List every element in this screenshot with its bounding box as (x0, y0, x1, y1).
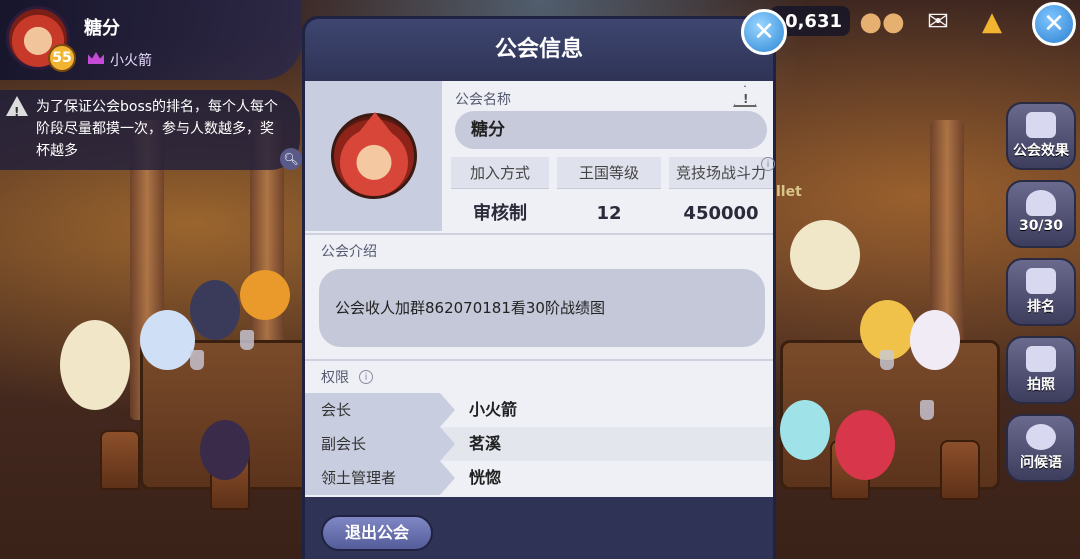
guild-intro-label: 公会介绍 (321, 244, 377, 260)
guild-info-modal: 公会信息 ✕ 公会名称 糖分 加入方式 王国等级 竞技场战斗力 i 审核制 12… (302, 9, 787, 559)
divider (305, 233, 773, 235)
ranking-label: 排名 (1027, 299, 1055, 315)
magnify-icon[interactable]: 🔍︎ (280, 148, 302, 170)
player-name: 糖分 (84, 18, 120, 39)
photo-label: 拍照 (1027, 377, 1055, 393)
modal-body: 公会名称 糖分 加入方式 王国等级 竞技场战斗力 i 审核制 12 450000… (305, 81, 775, 497)
crown-icon (88, 52, 104, 64)
friends-icon[interactable]: ●● (859, 6, 904, 38)
person-icon (1026, 190, 1056, 216)
guild-emblem-panel (305, 81, 442, 231)
cookie-character (140, 310, 195, 370)
chat-gear-icon (1026, 424, 1056, 450)
permission-role: 领土管理者 (305, 461, 455, 495)
join-method-header: 加入方式 (451, 157, 549, 189)
cookie-character (240, 270, 290, 320)
house-icon (1026, 112, 1056, 138)
info-icon[interactable]: i (761, 157, 775, 171)
guild-name-field: 糖分 (455, 111, 767, 149)
guild-effect-label: 公会效果 (1013, 143, 1069, 159)
guild-emblem-icon (331, 113, 417, 199)
podium-icon (1026, 268, 1056, 294)
arena-power-header: 竞技场战斗力 (669, 157, 773, 189)
permission-row: 会长 小火箭 (305, 393, 773, 427)
guild-notice-bubble[interactable]: 为了保证公会boss的排名，每个人每个阶段尽量都摸一次，参与人数越多，奖杯越多 (0, 90, 300, 170)
guild-notice-text: 为了保证公会boss的排名，每个人每个阶段尽量都摸一次，参与人数越多，奖杯越多 (36, 99, 279, 159)
chair (940, 440, 980, 500)
permission-member[interactable]: 茗溪 (469, 427, 501, 461)
cookie-character (780, 400, 830, 460)
close-icon[interactable]: ✕ (741, 9, 787, 55)
chair (100, 430, 140, 490)
guild-intro-box: 公会收人加群862070181看30阶战绩图 (319, 269, 765, 347)
arena-power-value: 450000 (683, 203, 759, 224)
partial-cookie-name: llet (776, 184, 802, 200)
cookie-character (835, 410, 895, 480)
warning-icon (6, 96, 28, 116)
camera-icon (1026, 346, 1056, 372)
guild-effect-button[interactable]: 公会效果 (1006, 102, 1076, 170)
modal-title: 公会信息 (305, 19, 773, 81)
members-button[interactable]: 30/30 (1006, 180, 1076, 248)
ranking-button[interactable]: 排名 (1006, 258, 1076, 326)
leave-guild-button[interactable]: 退出公会 (321, 515, 433, 551)
kingdom-level-value: 12 (596, 203, 622, 224)
close-icon[interactable]: ✕ (1032, 2, 1076, 46)
cookie-character (910, 310, 960, 370)
info-icon[interactable]: i (359, 370, 373, 384)
permission-member[interactable]: 小火箭 (469, 393, 517, 427)
player-level-badge: 55 (48, 44, 76, 72)
player-guild-name: 小火箭 (110, 53, 152, 69)
permission-role: 副会长 (305, 427, 455, 461)
photo-button[interactable]: 拍照 (1006, 336, 1076, 404)
members-count-label: 30/30 (1018, 218, 1064, 234)
modal-footer: 退出公会 (305, 497, 773, 559)
kingdom-level-header: 王国等级 (557, 157, 661, 189)
goblet (880, 350, 894, 370)
greeting-button[interactable]: 问候语 (1006, 414, 1076, 482)
megaphone-icon[interactable]: ▲ (972, 6, 1012, 38)
permissions-label: 权限 (321, 370, 349, 386)
divider (305, 359, 773, 361)
cookie-character (60, 320, 130, 410)
permission-row: 领土管理者 恍惚 (305, 461, 773, 495)
goblet (190, 350, 204, 370)
greeting-label: 问候语 (1020, 455, 1062, 471)
mail-icon[interactable]: ✉ (918, 6, 958, 38)
cookie-character (790, 220, 860, 290)
permission-member[interactable]: 恍惚 (469, 461, 501, 495)
permission-role: 会长 (305, 393, 455, 427)
cookie-character (190, 280, 240, 340)
player-panel[interactable]: 55 糖分 小火箭 (0, 0, 302, 80)
goblet (240, 330, 254, 350)
join-method-value: 审核制 (473, 203, 527, 224)
goblet (920, 400, 934, 420)
permission-row: 副会长 茗溪 (305, 427, 773, 461)
guild-name-label: 公会名称 (455, 92, 511, 108)
report-warning-icon[interactable] (733, 85, 757, 107)
cookie-character (200, 420, 250, 480)
